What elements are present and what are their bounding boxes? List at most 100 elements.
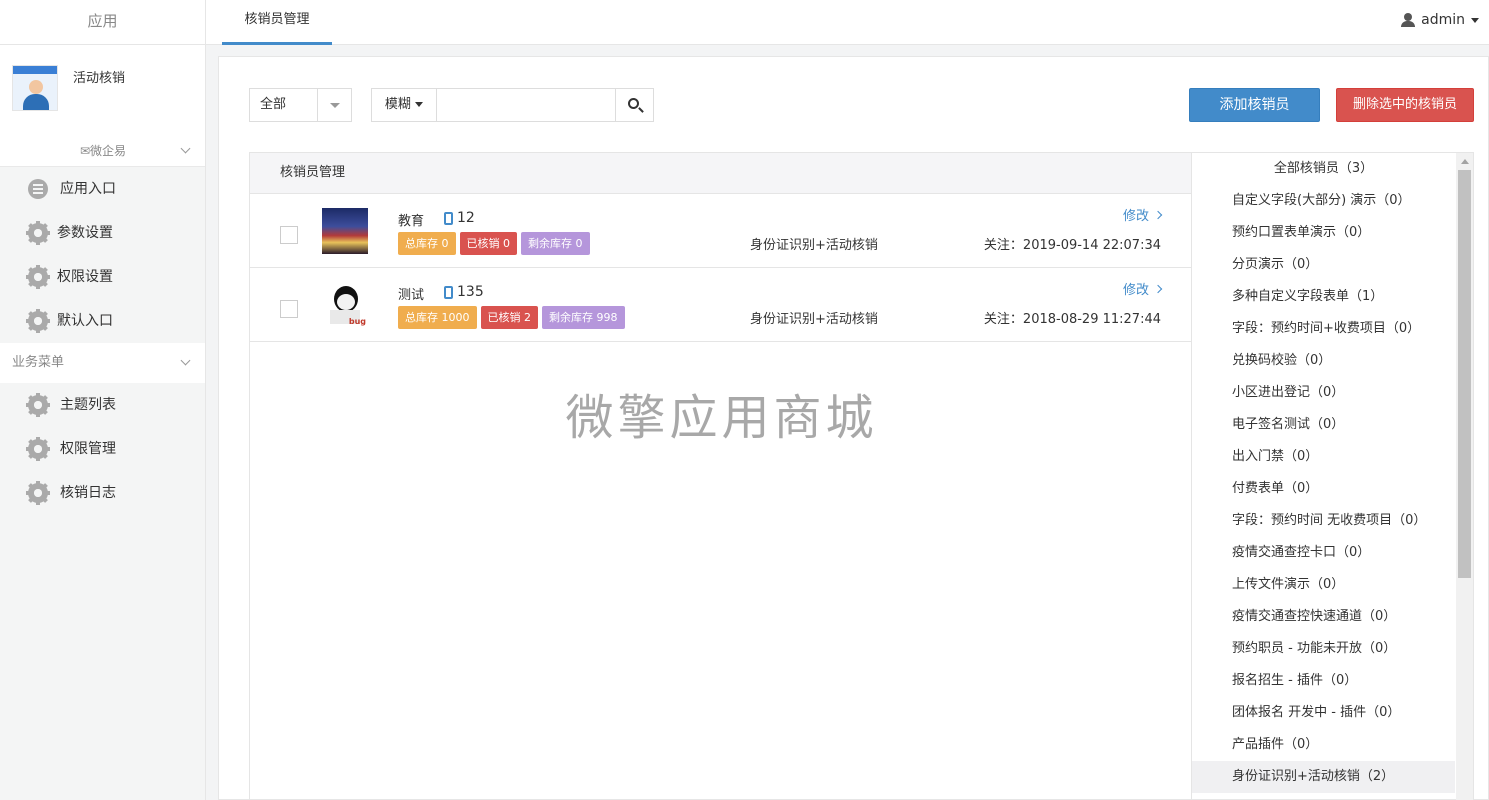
category-item[interactable]: 团体报名 开发中 - 插件（0） [1192,697,1455,729]
category-item-all[interactable]: 全部核销员（3） [1192,153,1455,185]
search-button[interactable] [615,88,654,122]
category-item[interactable]: 付费表单（0） [1192,473,1455,505]
category-item[interactable]: 疫情交通查控快速通道（0） [1192,601,1455,633]
main-panel: 全部 模糊 添加核销员 删除选中的核销员 核销员管理 教育 12 总库存 0 已… [218,56,1489,800]
stock-badges: 总库存 0 已核销 0 剩余库存 0 [398,232,590,255]
gear-icon [26,265,50,289]
sidebar-item-topic-list[interactable]: 主题列表 [0,383,205,427]
gear-icon [26,393,50,417]
avatar: bug [322,282,368,328]
category-item[interactable]: 字段：预约时间+收费项目（0） [1192,313,1455,345]
sidebar-menu-top: 应用入口 参数设置 权限设置 默认入口 [0,167,205,343]
category-item[interactable]: 预约口置表单演示（0） [1192,217,1455,249]
category-item[interactable]: 疫情交通查控卡口（0） [1192,537,1455,569]
sidebar-app-card: 活动核销 ✉微企易 [0,45,205,167]
sidebar-item-label: 默认入口 [57,313,113,329]
row-checkbox[interactable] [280,226,298,244]
phone-icon [444,211,453,225]
scrollbar-thumb[interactable] [1458,170,1471,578]
sidebar-group-business[interactable]: 业务菜单 [0,343,205,383]
sidebar-item-verify-log[interactable]: 核销日志 [0,471,205,515]
sidebar-item-label: 主题列表 [60,397,116,413]
follow-time: 关注：2019-09-14 22:07:34 [983,238,1161,253]
category-item-active[interactable]: 身份证识别+活动核销（2） [1192,761,1455,793]
verifier-list: 核销员管理 教育 12 总库存 0 已核销 0 剩余库存 0 身份证识别+活动核… [249,152,1192,800]
chat-icon [28,179,48,199]
watermark: 微擎应用商城 [565,390,878,446]
sidebar-item-permission-management[interactable]: 权限管理 [0,427,205,471]
category-item[interactable]: 兑换码校验（0） [1192,345,1455,377]
gear-icon [26,309,50,333]
badge-total-stock: 总库存 1000 [398,306,477,329]
user-menu[interactable]: admin [1401,0,1479,40]
gear-icon [26,481,50,505]
sidebar-item-app-entry[interactable]: 应用入口 [0,167,205,211]
category-item[interactable]: 多种自定义字段表单（1） [1192,281,1455,313]
category-item[interactable]: 分页演示（0） [1192,249,1455,281]
app-title: 活动核销 [73,71,126,86]
edit-label: 修改 [1122,209,1149,224]
category-item[interactable]: 出入门禁（0） [1192,441,1455,473]
badge-verified: 已核销 0 [459,232,517,255]
category-list: 全部核销员（3） 自定义字段(大部分) 演示（0） 预约口置表单演示（0） 分页… [1192,153,1455,793]
category-item[interactable]: 电子签名测试（0） [1192,409,1455,441]
edit-link[interactable]: 修改 [1122,205,1163,224]
caret-down-icon [1471,17,1479,23]
verifier-name: 测试 [398,288,425,303]
category-filter-select[interactable]: 全部 [249,88,352,122]
category-item[interactable]: 产品插件（0） [1192,729,1455,761]
gear-icon [26,437,50,461]
follow-time: 关注：2018-08-29 11:27:44 [983,312,1161,327]
gear-icon [26,221,50,245]
user-icon [1401,13,1416,27]
scrollbar[interactable] [1456,153,1473,800]
badge-total-stock: 总库存 0 [398,232,456,255]
phone-number: 135 [457,284,484,300]
user-name: admin [1421,12,1465,28]
search-mode-dropdown[interactable]: 模糊 [371,88,437,122]
badge-remaining: 剩余库存 998 [542,306,625,329]
category-item[interactable]: 预约职员 - 功能未开放（0） [1192,633,1455,665]
tab-verifier-management[interactable]: 核销员管理 [222,0,332,45]
category-item[interactable]: 字段：预约时间 无收费项目（0） [1192,505,1455,537]
row-checkbox[interactable] [280,300,298,318]
verifier-phone: 12 [444,210,475,226]
category-item[interactable]: 上传文件演示（0） [1192,569,1455,601]
sidebar-item-permissions[interactable]: 权限设置 [0,255,205,299]
chevron-down-icon [180,355,191,366]
category-item[interactable]: 自定义字段(大部分) 演示（0） [1192,185,1455,217]
caret-down-icon [415,102,424,107]
wechat-icon: ✉ [79,144,91,158]
app-brand[interactable]: 应用 [0,0,206,45]
sidebar-item-params[interactable]: 参数设置 [0,211,205,255]
sidebar-item-label: 核销日志 [60,485,116,501]
list-item: bug 测试 135 总库存 1000 已核销 2 剩余库存 998 身份证识别… [250,268,1191,342]
caret-down-icon [330,103,340,108]
category-item[interactable]: 小区进出登记（0） [1192,377,1455,409]
sidebar-item-label: 参数设置 [57,225,113,241]
search-icon [628,98,639,109]
sidebar-item-label: 权限管理 [60,441,116,457]
wx-label[interactable]: ✉微企易 [0,142,206,159]
category-item[interactable]: 报名招生 - 插件（0） [1192,665,1455,697]
delete-selected-button[interactable]: 删除选中的核销员 [1336,88,1474,122]
add-verifier-button[interactable]: 添加核销员 [1189,88,1320,122]
verifier-name: 教育 [398,214,425,229]
sidebar-group-label: 业务菜单 [12,355,65,370]
verifier-category: 身份证识别+活动核销 [750,238,878,253]
filter-value: 全部 [260,97,287,112]
sidebar-item-label: 权限设置 [57,269,113,285]
app-thumbnail [12,65,58,111]
edit-link[interactable]: 修改 [1122,279,1163,298]
category-panel: 全部核销员（3） 自定义字段(大部分) 演示（0） 预约口置表单演示（0） 分页… [1192,152,1474,800]
stock-badges: 总库存 1000 已核销 2 剩余库存 998 [398,306,625,329]
edit-label: 修改 [1122,283,1149,298]
phone-number: 12 [457,210,475,226]
search-input[interactable] [436,88,616,122]
sidebar-item-default-entry[interactable]: 默认入口 [0,299,205,343]
badge-verified: 已核销 2 [480,306,538,329]
sidebar-menu-business: 主题列表 权限管理 核销日志 [0,383,205,515]
badge-remaining: 剩余库存 0 [521,232,590,255]
scroll-up-icon[interactable] [1461,159,1469,164]
search-mode-label: 模糊 [384,97,411,112]
